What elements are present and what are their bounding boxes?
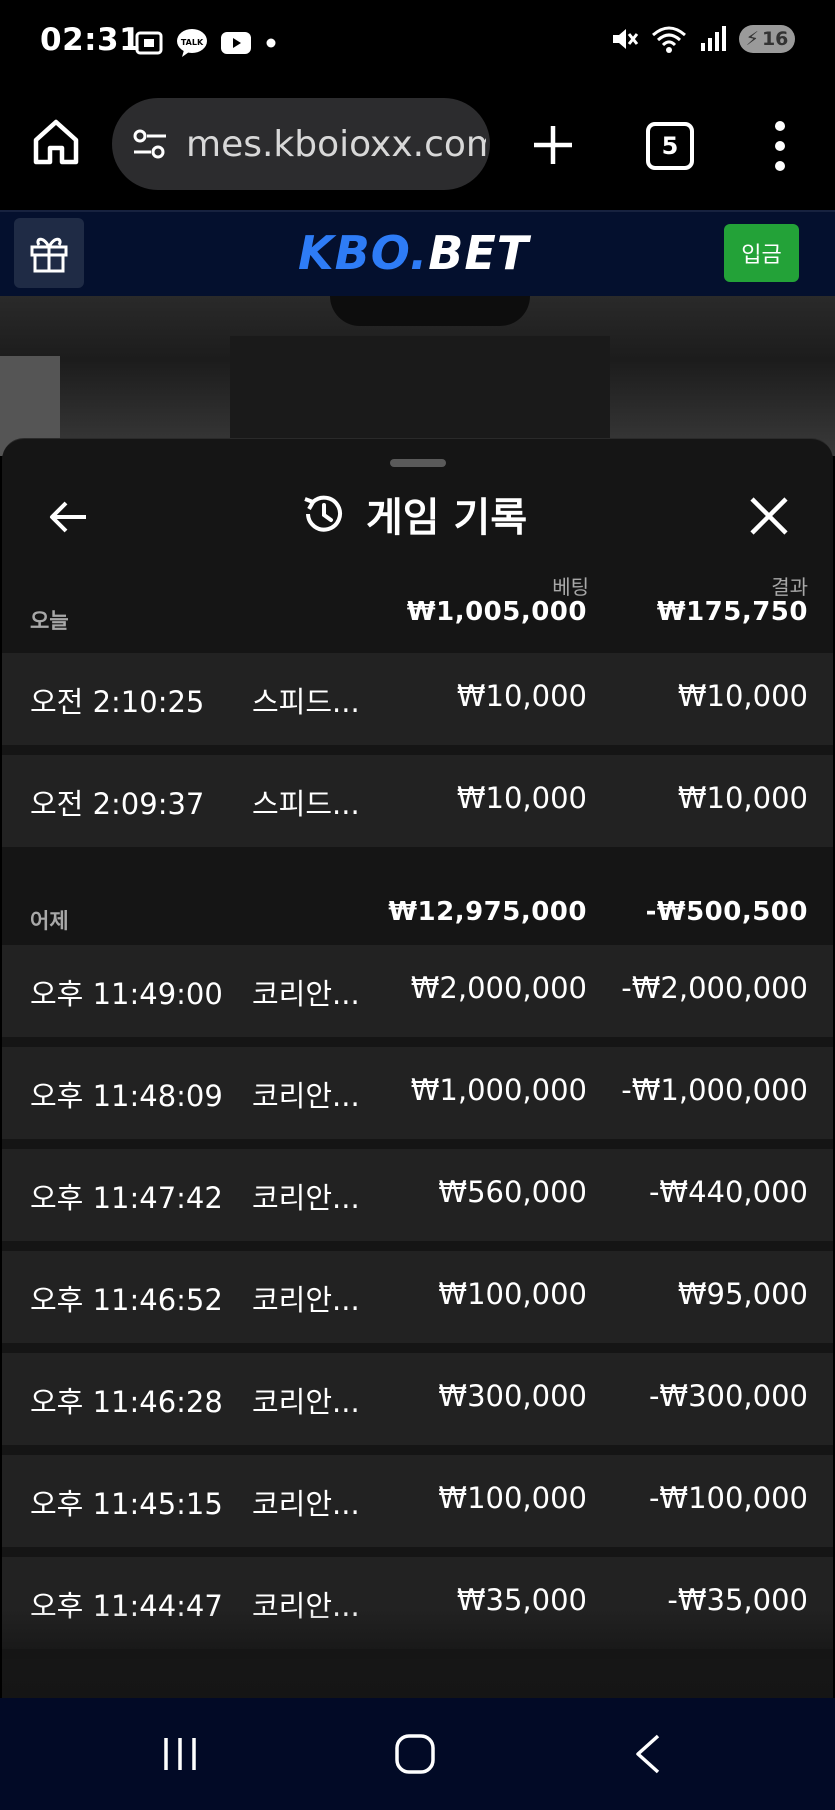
section-bet-total: ₩12,975,000	[388, 897, 587, 927]
row-result: ₩10,000	[677, 781, 808, 815]
screen-capture-icon	[135, 31, 163, 55]
row-time: 오전 2:09:37	[30, 787, 205, 821]
section-label-yesterday: 어제	[30, 909, 69, 933]
row-result: -₩1,000,000	[621, 1073, 808, 1107]
result-column-label: 결과	[771, 575, 808, 599]
back-arrow-icon[interactable]	[46, 495, 90, 539]
row-bet: ₩560,000	[438, 1175, 587, 1209]
row-time: 오후 11:46:52	[30, 1283, 223, 1317]
mute-icon	[613, 29, 639, 49]
row-game: 스피드...	[252, 787, 360, 821]
row-time: 오후 11:45:15	[30, 1487, 223, 1521]
recent-apps-icon[interactable]	[160, 1734, 200, 1774]
wifi-icon	[652, 26, 686, 53]
row-time: 오전 2:10:25	[30, 685, 205, 719]
gift-button[interactable]	[14, 218, 84, 288]
bet-column-label: 베팅	[552, 575, 589, 599]
row-bet: ₩100,000	[438, 1277, 587, 1311]
history-icon	[304, 495, 342, 532]
status-time: 02:31	[40, 22, 142, 58]
dot-icon	[266, 38, 276, 48]
row-time: 오후 11:46:28	[30, 1385, 223, 1419]
row-result: -₩440,000	[648, 1175, 808, 1209]
row-result: -₩100,000	[648, 1481, 808, 1515]
status-bar: 02:31 TALK ⚡ 16	[0, 0, 835, 86]
history-row[interactable]: 오전 2:09:37 스피드... ₩10,000 ₩10,000	[2, 755, 833, 847]
system-icons: ⚡ 16	[609, 24, 795, 54]
history-row[interactable]: 오후 11:45:15 코리안... ₩100,000 -₩100,000	[2, 1455, 833, 1547]
history-row[interactable]: 오후 11:46:52 코리안... ₩100,000 ₩95,000	[2, 1251, 833, 1343]
row-result: ₩95,000	[677, 1277, 808, 1311]
new-tab-icon[interactable]	[530, 122, 576, 168]
history-row[interactable]: 오전 2:10:25 스피드... ₩10,000 ₩10,000	[2, 653, 833, 745]
tab-switcher-button[interactable]: 5	[646, 122, 694, 170]
back-nav-icon[interactable]	[630, 1732, 664, 1776]
sheet-header: 게임 기록	[300, 485, 527, 543]
deposit-button[interactable]: 입금	[724, 224, 799, 282]
row-time: 오후 11:48:09	[30, 1079, 223, 1113]
row-bet: ₩300,000	[438, 1379, 587, 1413]
row-game: 코리안...	[252, 1487, 360, 1521]
gift-icon	[30, 237, 68, 273]
site-settings-icon[interactable]	[130, 124, 170, 164]
game-video-background	[0, 296, 835, 456]
section-bet-total: ₩1,005,000	[406, 597, 587, 627]
browser-toolbar: mes.kboioxx.com 5	[0, 86, 835, 210]
history-row[interactable]: 오후 11:49:00 코리안... ₩2,000,000 -₩2,000,00…	[2, 945, 833, 1037]
section-result-total: -₩500,500	[645, 897, 808, 927]
row-game: 코리안...	[252, 1283, 360, 1317]
history-row[interactable]: 오후 11:46:28 코리안... ₩300,000 -₩300,000	[2, 1353, 833, 1445]
row-game: 코리안...	[252, 1181, 360, 1215]
drag-handle[interactable]	[390, 459, 446, 467]
kakaotalk-icon: TALK	[177, 29, 207, 57]
more-menu-icon[interactable]	[768, 116, 792, 176]
address-bar[interactable]: mes.kboioxx.com	[112, 98, 490, 190]
site-header: KBO.BET 입금	[0, 210, 835, 296]
row-result: -₩300,000	[648, 1379, 808, 1413]
row-bet: ₩1,000,000	[410, 1073, 587, 1107]
site-logo[interactable]: KBO.BET	[298, 226, 529, 280]
game-history-sheet: 게임 기록 베팅 결과 오늘 ₩1,005,000 ₩175,750 오전 2:…	[2, 438, 833, 1699]
row-result: -₩2,000,000	[621, 971, 808, 1005]
row-game: 스피드...	[252, 685, 360, 719]
system-navigation-bar	[0, 1698, 835, 1810]
row-bet: ₩10,000	[456, 781, 587, 815]
url-text[interactable]: mes.kboioxx.com	[186, 124, 486, 165]
section-result-total: ₩175,750	[656, 597, 808, 627]
signal-icon	[701, 26, 726, 51]
row-game: 코리안...	[252, 1385, 360, 1419]
row-result: ₩10,000	[677, 679, 808, 713]
notification-icons: TALK	[134, 28, 278, 58]
section-label-today: 오늘	[30, 609, 69, 633]
battery-icon: ⚡ 16	[739, 25, 795, 53]
history-row[interactable]: 오후 11:47:42 코리안... ₩560,000 -₩440,000	[2, 1149, 833, 1241]
sheet-title: 게임 기록	[366, 495, 528, 541]
close-icon[interactable]	[748, 495, 790, 537]
row-bet: ₩2,000,000	[410, 971, 587, 1005]
row-bet: ₩100,000	[438, 1481, 587, 1515]
row-game: 코리안...	[252, 1079, 360, 1113]
svg-text:TALK: TALK	[181, 38, 204, 47]
row-bet: ₩10,000	[456, 679, 587, 713]
history-row[interactable]: 오후 11:48:09 코리안... ₩1,000,000 -₩1,000,00…	[2, 1047, 833, 1139]
scroll-fade	[2, 1609, 833, 1699]
row-time: 오후 11:49:00	[30, 977, 223, 1011]
row-game: 코리안...	[252, 977, 360, 1011]
home-nav-icon[interactable]	[393, 1732, 437, 1776]
youtube-icon	[221, 32, 251, 54]
home-icon[interactable]	[30, 116, 82, 168]
row-time: 오후 11:47:42	[30, 1181, 223, 1215]
